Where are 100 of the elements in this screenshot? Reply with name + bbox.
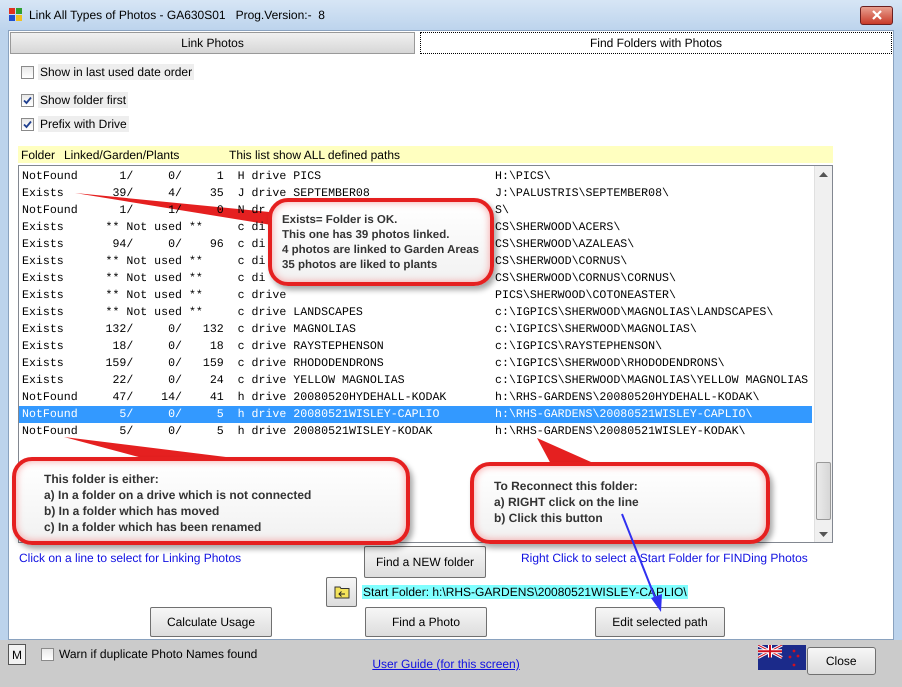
callout-text: This folder is either:	[44, 471, 160, 487]
count-text: 159	[202, 356, 224, 372]
action-button[interactable]: Find a Photo	[365, 607, 487, 637]
action-button[interactable]: Calculate Usage	[150, 607, 272, 637]
checkbox[interactable]	[21, 94, 34, 106]
count-text: 22/	[112, 373, 134, 389]
path-text: CS\SHERWOOD\ACERS\	[495, 220, 620, 236]
status-text: NotFound	[22, 203, 78, 219]
count-text: 0/	[168, 237, 182, 253]
checkbox[interactable]	[41, 648, 54, 661]
status-text: Exists	[22, 288, 64, 304]
hint-text: Click on a line to select for Linking Photos	[19, 551, 242, 565]
count-text: 5/	[119, 424, 134, 440]
callout-text: Exists= Folder is OK.	[282, 213, 398, 228]
count-text: 0	[216, 203, 224, 219]
count-text: 159/	[105, 356, 134, 372]
status-text: Exists	[22, 186, 64, 202]
path-text: PICS\SHERWOOD\COTONEASTER\	[495, 288, 676, 304]
path-text: c:\IGPICS\SHERWOOD\MAGNOLIAS\YELLOW MAGNOLIAS	[495, 373, 808, 389]
status-text: Exists	[22, 373, 64, 389]
count-text: 47/	[112, 390, 134, 406]
scroll-up-icon[interactable]	[819, 172, 828, 177]
drive-text: c di	[238, 271, 266, 287]
count-text: 18/	[112, 339, 134, 355]
close-icon	[870, 10, 882, 20]
drive-text: c drive	[238, 339, 286, 355]
count-text: 0/	[168, 339, 182, 355]
checkbox[interactable]	[21, 66, 34, 78]
m-button[interactable]: M	[8, 644, 26, 665]
status-text: NotFound	[22, 407, 78, 423]
window-title: Link All Types of Photos - GA630S01 Prog.Version:- 8	[29, 8, 325, 22]
hint-text: Right Click to select a Start Folder for FINDing Photos	[521, 551, 808, 565]
callout-text: This one has 39 photos linked.	[282, 228, 450, 243]
action-button[interactable]: Edit selected path	[595, 607, 725, 637]
count-text: 1/	[119, 169, 134, 185]
status-text: Exists	[22, 339, 64, 355]
tab[interactable]: Find Folders with Photos	[420, 32, 892, 54]
folder-up-button[interactable]	[326, 576, 357, 606]
path-text: CS\SHERWOOD\CORNUS\	[495, 254, 628, 270]
scrollbar[interactable]	[814, 166, 832, 542]
checkbox-label: Prefix with Drive	[38, 116, 129, 132]
count-text: 18	[210, 339, 224, 355]
status-text: Exists	[22, 254, 64, 270]
path-text: h:\RHS-GARDENS\20080521WISLEY-CAPLIO\	[495, 407, 752, 423]
checkbox[interactable]	[21, 118, 34, 130]
checkbox-label: Show folder first	[38, 92, 128, 108]
folder-text: 20080521WISLEY-KODAK	[293, 424, 432, 440]
count-text: 96	[210, 237, 224, 253]
count-text: 1/	[119, 203, 134, 219]
path-text: c:\IGPICS\SHERWOOD\RHODODENDRONS\	[495, 356, 725, 372]
checkbox-label: Warn if duplicate Photo Names found	[59, 647, 258, 661]
drive-text: c di	[238, 254, 266, 270]
scroll-thumb[interactable]	[816, 462, 831, 520]
status-text: NotFound	[22, 169, 78, 185]
path-text: CS\SHERWOOD\CORNUS\CORNUS\	[495, 271, 676, 287]
callout-text: 35 photos are liked to plants	[282, 258, 438, 273]
column-header: Folder	[21, 148, 56, 162]
count-text: 94/	[112, 237, 134, 253]
count-text: 0/	[168, 322, 182, 338]
folder-text: LANDSCAPES	[293, 305, 363, 321]
path-text: c:\IGPICS\SHERWOOD\MAGNOLIAS\LANDSCAPES\	[495, 305, 774, 321]
drive-text: h drive	[238, 424, 286, 440]
column-header: Linked/Garden/Plants	[64, 148, 180, 162]
count-text: 1	[216, 169, 224, 185]
count-text: 24	[210, 373, 224, 389]
drive-text: c drive	[238, 322, 286, 338]
callout-text: b) Click this button	[494, 510, 604, 526]
tab[interactable]: Link Photos	[10, 32, 415, 54]
drive-text: H drive	[238, 169, 286, 185]
callout-text: To Reconnect this folder:	[494, 478, 639, 494]
close-button[interactable]	[860, 6, 893, 24]
callout-text: 4 photos are linked to Garden Areas	[282, 243, 480, 258]
count-text: 0/	[168, 373, 182, 389]
count-text: 39/	[112, 186, 134, 202]
folder-text: YELLOW MAGNOLIAS	[293, 373, 405, 389]
drive-text: c drive	[238, 305, 286, 321]
count-text: 5	[216, 407, 224, 423]
drive-text: c drive	[238, 373, 286, 389]
status-text: NotFound	[22, 424, 78, 440]
status-text: Exists	[22, 322, 64, 338]
user-guide-link[interactable]: User Guide (for this screen)	[372, 657, 520, 671]
note-text: ** Not used **	[105, 305, 203, 321]
count-text: 0/	[168, 407, 182, 423]
count-text: 41	[210, 390, 224, 406]
drive-text: c drive	[238, 356, 286, 372]
folder-text: RHODODENDRONS	[293, 356, 384, 372]
callout-text: c) In a folder which has been renamed	[44, 519, 262, 535]
find-new-folder-button[interactable]: Find a NEW folder	[364, 546, 486, 578]
drive-text: c di	[238, 237, 266, 253]
count-text: 4/	[168, 186, 182, 202]
count-text: 5	[216, 424, 224, 440]
list-note: This list show ALL defined paths	[229, 148, 400, 162]
path-text: H:\PICS\	[495, 169, 551, 185]
folder-text: MAGNOLIAS	[293, 322, 356, 338]
scroll-down-icon[interactable]	[819, 532, 828, 537]
status-text: Exists	[22, 220, 64, 236]
path-text: c:\IGPICS\SHERWOOD\MAGNOLIAS\	[495, 322, 697, 338]
count-text: 5/	[119, 407, 134, 423]
close-button[interactable]: Close	[806, 647, 876, 675]
path-text: c:\IGPICS\RAYSTEPHENSON\	[495, 339, 662, 355]
